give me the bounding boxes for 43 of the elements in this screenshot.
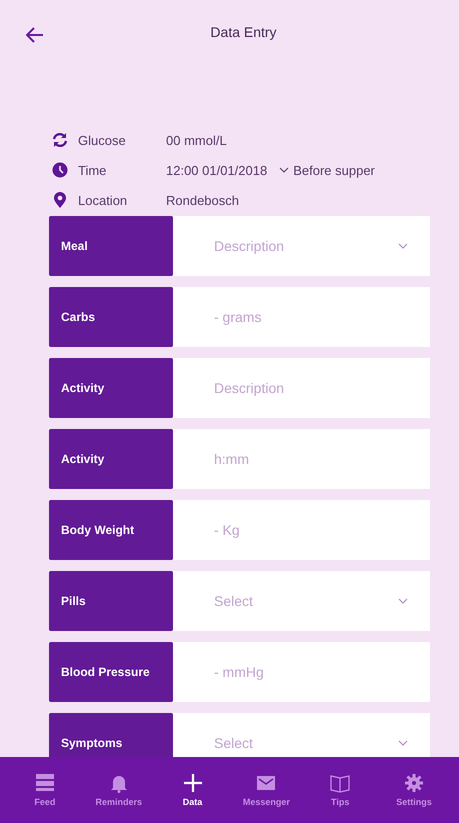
nav-tab[interactable]: Data [160, 773, 225, 807]
book-icon [329, 773, 352, 793]
nav-tab[interactable]: Reminders [86, 773, 151, 807]
input-field[interactable]: - Kg [173, 500, 430, 560]
dropdown-field[interactable]: Description [173, 216, 430, 276]
envelope-icon [255, 773, 278, 793]
input-field[interactable]: h:mm [173, 429, 430, 489]
field-label: Body Weight [49, 500, 173, 560]
dropdown-field[interactable]: Select [173, 571, 430, 631]
chevron-down-icon [398, 597, 408, 605]
back-arrow-icon[interactable] [26, 26, 44, 44]
field-label: Activity [49, 358, 173, 418]
info-label: Glucose [78, 132, 127, 148]
info-label: Time [78, 162, 108, 178]
clock-icon [52, 162, 68, 178]
field-label: Carbs [49, 287, 173, 347]
info-value: Rondebosch [166, 192, 239, 208]
dropdown-field[interactable]: Select [173, 713, 430, 757]
field-label: Symptoms [49, 713, 173, 757]
nav-tab[interactable]: Tips [308, 773, 372, 807]
list-icon [34, 773, 56, 793]
gear-icon [403, 773, 426, 793]
info-value: 12:00 01/01/2018 [166, 162, 268, 178]
input-field[interactable]: Description [173, 358, 430, 418]
nav-tab[interactable]: Settings [382, 773, 446, 807]
plus-icon [182, 773, 204, 793]
info-label: Location [78, 192, 128, 208]
location-pin-icon [52, 192, 68, 208]
chevron-down-icon [398, 242, 408, 250]
field-label: Activity [49, 429, 173, 489]
chevron-down-icon [398, 739, 408, 747]
input-field[interactable]: - mmHg [173, 642, 430, 702]
meal-timing-dropdown[interactable]: Before supper [279, 162, 375, 178]
field-label: Blood Pressure [49, 642, 173, 702]
nav-tab[interactable]: Feed [12, 773, 77, 807]
chevron-down-icon [279, 166, 290, 174]
info-value: 00 mmol/L [166, 132, 227, 148]
input-field[interactable]: - grams [173, 287, 430, 347]
refresh-icon [52, 132, 68, 148]
page-title: Data Entry [210, 24, 277, 40]
nav-tab[interactable]: Messenger [234, 773, 298, 807]
field-label: Pills [49, 571, 173, 631]
field-label: Meal [49, 216, 173, 276]
